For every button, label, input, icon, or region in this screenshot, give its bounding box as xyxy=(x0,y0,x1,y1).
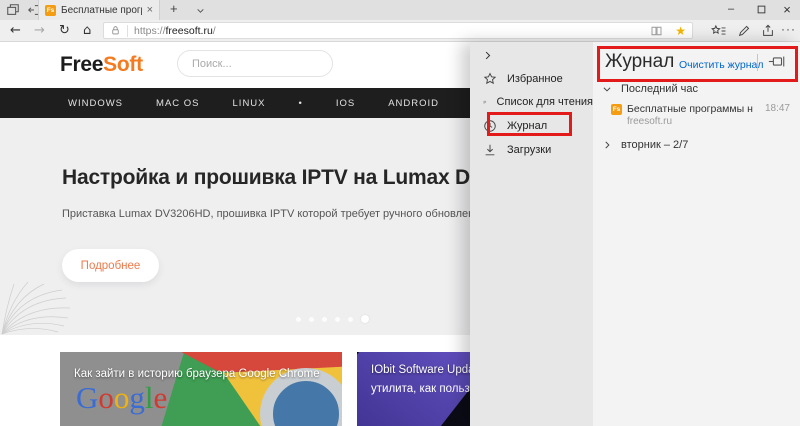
carousel-dots xyxy=(296,315,369,323)
hub-expand-chevron-icon[interactable] xyxy=(482,50,493,61)
hero-more-button[interactable]: Подробнее xyxy=(62,249,159,282)
browser-tab[interactable]: Fs Бесплатные программ × xyxy=(38,0,160,20)
carousel-dot[interactable] xyxy=(296,316,301,322)
article-card-chrome-history[interactable]: Как зайти в историю браузера Google Chro… xyxy=(60,352,342,426)
google-letter: o xyxy=(98,380,114,415)
carousel-dot[interactable] xyxy=(322,316,327,322)
history-entry-time: 18:47 xyxy=(764,103,790,114)
nav-item-windows[interactable]: WINDOWS xyxy=(68,98,123,109)
web-note-pen-icon[interactable] xyxy=(737,24,751,38)
nav-separator-dot: • xyxy=(298,97,303,109)
url-text: https://freesoft.ru/ xyxy=(134,25,216,37)
history-pane-title: Журнал xyxy=(605,51,675,72)
history-entry[interactable]: Fs Бесплатные программы на FreeSoft, ск … xyxy=(593,100,800,132)
google-letter: l xyxy=(144,380,154,415)
url-domain: freesoft.ru xyxy=(165,24,213,37)
hero-title: Настройка и прошивка IPTV на Lumax DV-32… xyxy=(62,166,536,189)
window-close-button[interactable]: × xyxy=(772,0,800,20)
history-section-last-hour[interactable]: Последний час xyxy=(602,83,698,95)
more-menu-icon[interactable]: ··· xyxy=(781,22,796,36)
sidebar-item-label: Список для чтения xyxy=(496,95,593,108)
star-icon xyxy=(483,71,497,84)
tab-favicon: Fs xyxy=(45,4,56,16)
lock-icon xyxy=(110,25,121,36)
sidebar-item-label: Журнал xyxy=(507,119,548,132)
reading-list-icon xyxy=(483,100,487,103)
history-entry-domain: freesoft.ru xyxy=(627,116,673,127)
tab-close-icon[interactable]: × xyxy=(147,4,153,16)
sidebar-item-reading-list[interactable]: Список для чтения xyxy=(470,91,593,112)
sidebar-item-label: Загрузки xyxy=(507,143,552,156)
forward-button[interactable]: → xyxy=(34,23,45,39)
browser-titlebar: Fs Бесплатные программ × + – × xyxy=(0,0,800,20)
nav-item-android[interactable]: ANDROID xyxy=(388,98,439,109)
header-divider xyxy=(757,54,758,71)
reading-view-icon[interactable] xyxy=(650,25,663,37)
card-title: Как зайти в историю браузера Google Chro… xyxy=(74,368,320,380)
google-letter: G xyxy=(76,380,99,415)
browser-toolbar: ← → ↻ ⌂ https://freesoft.ru/ ★ ··· xyxy=(0,20,800,42)
site-search-input[interactable] xyxy=(177,50,333,77)
logo-part1: Free xyxy=(60,53,104,76)
google-letter: e xyxy=(153,380,168,415)
google-logo: Google xyxy=(76,380,167,416)
clock-icon xyxy=(484,119,496,132)
tab-list-chevron-icon[interactable] xyxy=(196,6,205,15)
new-tab-button[interactable]: + xyxy=(170,1,178,16)
nav-item-macos[interactable]: MAC OS xyxy=(156,98,199,109)
url-path: / xyxy=(212,24,216,37)
history-entry-favicon: Fs xyxy=(611,104,622,115)
clear-history-link[interactable]: Очистить журнал xyxy=(679,59,764,71)
download-icon xyxy=(485,144,495,155)
pin-panel-icon[interactable] xyxy=(768,55,786,68)
address-divider xyxy=(127,24,128,37)
history-entry-title: Бесплатные программы на FreeSoft, ск xyxy=(627,103,753,115)
decorative-lines xyxy=(1,281,71,335)
nav-item-ios[interactable]: IOS xyxy=(336,98,355,109)
url-protocol: https:// xyxy=(134,24,166,37)
sidebar-item-history[interactable]: Журнал xyxy=(470,115,593,136)
carousel-dot-active[interactable] xyxy=(361,315,369,323)
refresh-button[interactable]: ↻ xyxy=(59,23,70,39)
favorite-star-icon[interactable]: ★ xyxy=(675,25,686,37)
section-label: вторник – 2/7 xyxy=(621,139,689,151)
tab-title: Бесплатные программ xyxy=(61,4,142,16)
tab-preview-icon[interactable] xyxy=(6,3,22,17)
site-logo[interactable]: FreeSoft xyxy=(60,53,143,77)
sidebar-item-downloads[interactable]: Загрузки xyxy=(470,139,593,160)
carousel-dot[interactable] xyxy=(348,316,353,322)
google-letter: o xyxy=(113,380,130,415)
back-button[interactable]: ← xyxy=(10,23,21,39)
google-letter: g xyxy=(129,380,145,415)
hub-history-pane: Журнал Очистить журнал Последний час Fs … xyxy=(593,42,800,426)
chevron-right-icon xyxy=(605,141,610,149)
window-minimize-button[interactable]: – xyxy=(716,0,746,20)
carousel-dot[interactable] xyxy=(335,316,340,322)
section-label: Последний час xyxy=(621,83,699,95)
chevron-down-icon xyxy=(603,87,611,92)
home-button[interactable]: ⌂ xyxy=(83,23,91,39)
nav-item-linux[interactable]: LINUX xyxy=(233,98,266,109)
address-bar[interactable]: https://freesoft.ru/ ★ xyxy=(103,22,693,39)
carousel-dot[interactable] xyxy=(309,316,314,322)
history-section-tuesday[interactable]: вторник – 2/7 xyxy=(602,139,688,151)
logo-part2: Soft xyxy=(103,53,143,76)
sidebar-item-favorites[interactable]: Избранное xyxy=(470,68,593,89)
hub-panel: Избранное Список для чтения Журнал Загру… xyxy=(470,42,800,426)
sidebar-item-label: Избранное xyxy=(507,72,563,85)
hub-sidebar: Избранное Список для чтения Журнал Загру… xyxy=(470,42,593,426)
share-icon[interactable] xyxy=(761,24,775,38)
hub-favorites-icon[interactable] xyxy=(710,24,727,38)
